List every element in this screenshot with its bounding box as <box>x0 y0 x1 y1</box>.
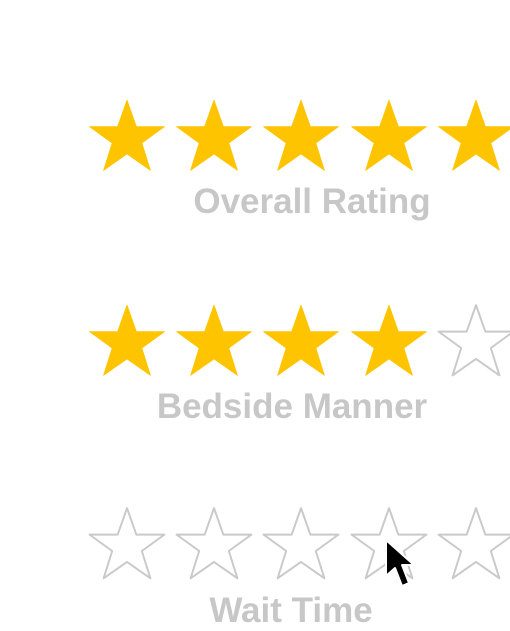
wait-time-star-2[interactable] <box>173 505 255 583</box>
overall-rating-group: Overall Rating <box>80 92 510 232</box>
wait-time-star-5[interactable] <box>435 505 510 583</box>
bedside-manner-label: Bedside Manner <box>156 387 428 426</box>
bedside-manner-stars <box>86 302 510 382</box>
overall-rating-label: Overall Rating <box>193 182 431 221</box>
bedside-manner-star-5[interactable] <box>435 302 510 380</box>
wait-time-stars <box>86 505 510 585</box>
overall-rating-star-1[interactable] <box>86 97 168 175</box>
bedside-manner-star-2[interactable] <box>173 302 255 380</box>
wait-time-label: Wait Time <box>209 591 373 630</box>
overall-rating-star-5[interactable] <box>435 97 510 175</box>
bedside-manner-star-3[interactable] <box>260 302 342 380</box>
bedside-manner-group: Bedside Manner <box>80 297 510 437</box>
wait-time-group: Wait Time <box>80 500 510 631</box>
wait-time-star-1[interactable] <box>86 505 168 583</box>
bedside-manner-star-1[interactable] <box>86 302 168 380</box>
overall-rating-star-4[interactable] <box>348 97 430 175</box>
wait-time-star-4[interactable] <box>348 505 430 583</box>
overall-rating-stars <box>86 97 510 177</box>
overall-rating-star-3[interactable] <box>260 97 342 175</box>
overall-rating-star-2[interactable] <box>173 97 255 175</box>
bedside-manner-star-4[interactable] <box>348 302 430 380</box>
wait-time-star-3[interactable] <box>260 505 342 583</box>
rating-form: Overall Rating Bedside Manner Wait Time <box>0 0 510 631</box>
